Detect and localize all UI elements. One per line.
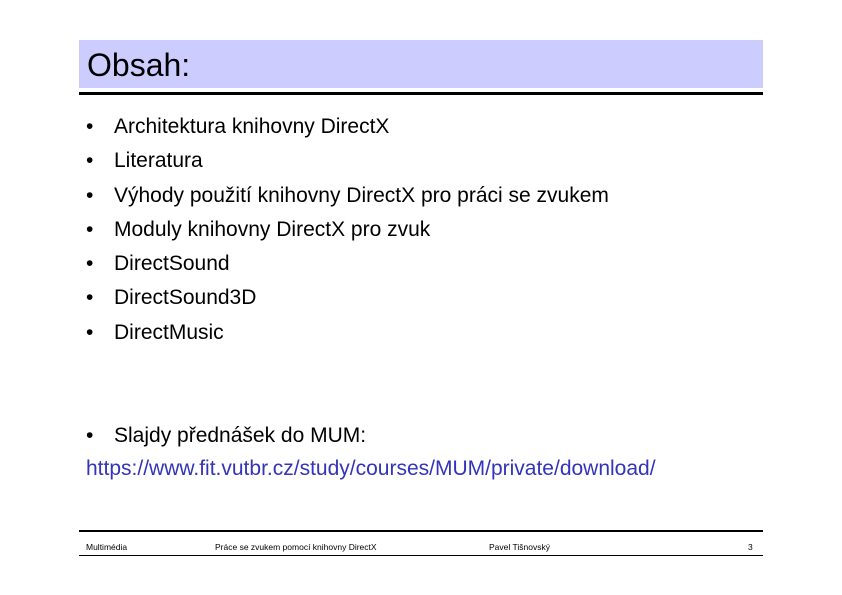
bullet-icon: • xyxy=(86,183,94,207)
list-item-label: Literatura xyxy=(114,149,203,173)
list-item: • Literatura xyxy=(86,144,609,178)
list-item-label: Výhody použití knihovny DirectX pro prác… xyxy=(114,183,609,207)
bullet-icon: • xyxy=(86,217,94,241)
bullet-icon: • xyxy=(86,252,94,276)
list-item: • Architektura knihovny DirectX xyxy=(86,110,609,144)
list-item-label: Architektura knihovny DirectX xyxy=(114,115,390,138)
slide: Obsah: • Architektura knihovny DirectX •… xyxy=(0,0,842,595)
slides-note-label: Slajdy přednášek do MUM: xyxy=(114,424,367,447)
list-item: • DirectMusic xyxy=(86,316,609,350)
bullet-list: • Architektura knihovny DirectX • Litera… xyxy=(86,110,609,350)
bullet-icon: • xyxy=(86,424,94,447)
list-item: • DirectSound3D xyxy=(86,281,609,315)
slide-title: Obsah: xyxy=(87,47,191,83)
list-item: • Výhody použití knihovny DirectX pro pr… xyxy=(86,179,609,213)
list-item-label: DirectSound xyxy=(114,252,230,276)
list-item-label: Moduly knihovny DirectX pro zvuk xyxy=(114,217,431,241)
bullet-icon: • xyxy=(86,286,94,310)
bullet-icon: • xyxy=(86,149,94,173)
title-bar: Obsah: xyxy=(79,40,763,88)
bullet-icon: • xyxy=(86,320,94,344)
title-divider xyxy=(79,92,763,95)
footer-divider xyxy=(79,530,763,532)
list-item: • DirectSound xyxy=(86,247,609,281)
list-item-label: DirectSound3D xyxy=(114,286,257,310)
slides-note: • Slajdy přednášek do MUM: xyxy=(86,419,366,453)
bullet-icon: • xyxy=(86,115,94,138)
footer-author: Pavel Tišnovský xyxy=(489,542,550,552)
footer-course: Multimédia xyxy=(86,542,128,552)
slides-download-link[interactable]: https://www.fit.vutbr.cz/study/courses/M… xyxy=(86,452,656,486)
list-item-label: DirectMusic xyxy=(114,320,224,344)
list-item: • Moduly knihovny DirectX pro zvuk xyxy=(86,213,609,247)
footer-topic: Práce se zvukem pomocí knihovny DirectX xyxy=(215,542,377,552)
page-number: 3 xyxy=(748,542,753,552)
footer-bottom-divider xyxy=(79,555,763,556)
